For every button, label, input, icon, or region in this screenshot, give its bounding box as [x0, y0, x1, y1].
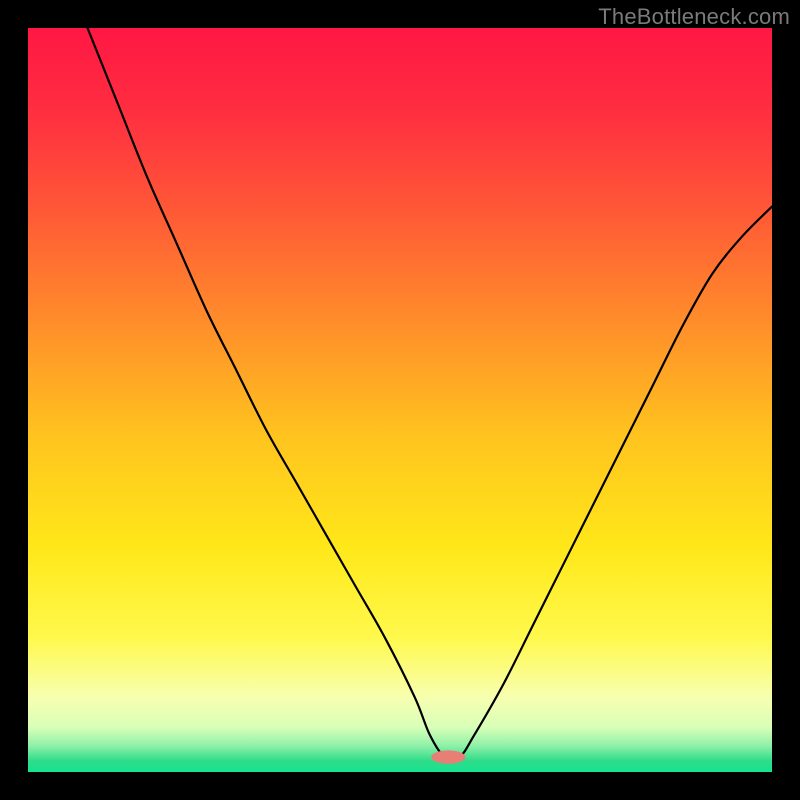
- watermark-text: TheBottleneck.com: [598, 4, 790, 30]
- chart-frame: [28, 28, 772, 772]
- bottleneck-chart: [28, 28, 772, 772]
- optimal-marker: [431, 750, 465, 763]
- chart-background: [28, 28, 772, 772]
